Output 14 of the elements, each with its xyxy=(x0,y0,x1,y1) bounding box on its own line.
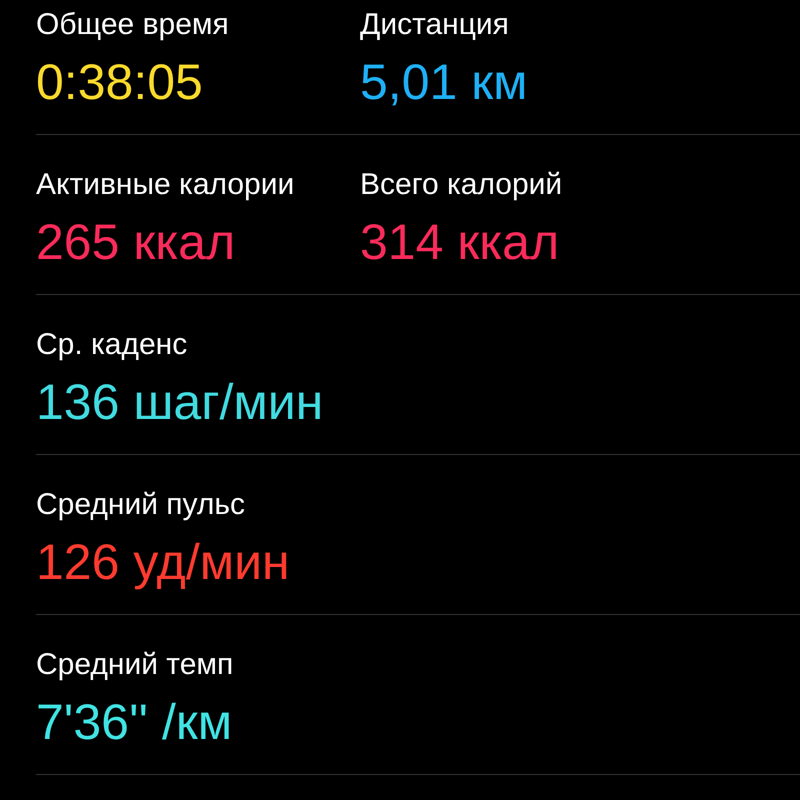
metric-label: Дистанция xyxy=(360,7,510,43)
metric-label: Активные калории xyxy=(36,167,296,203)
metric-value: 265 ккал xyxy=(36,213,236,272)
metric-value: 126 уд/мин xyxy=(36,533,291,592)
metric-value: 314 ккал xyxy=(360,213,560,272)
metric-value: 5,01 км xyxy=(360,53,528,112)
metric-label: Всего калорий xyxy=(360,167,564,203)
metric-label: Ср. каденс xyxy=(36,327,188,363)
metric-label: Средний темп xyxy=(36,647,234,683)
metric-value: 136 шаг/мин xyxy=(36,373,324,432)
metric-value: 0:38:05 xyxy=(36,53,204,112)
metric-label: Средний пульс xyxy=(36,487,246,523)
metric-value: 7'36'' /км xyxy=(36,693,234,752)
metric-label: Общее время xyxy=(36,7,230,43)
